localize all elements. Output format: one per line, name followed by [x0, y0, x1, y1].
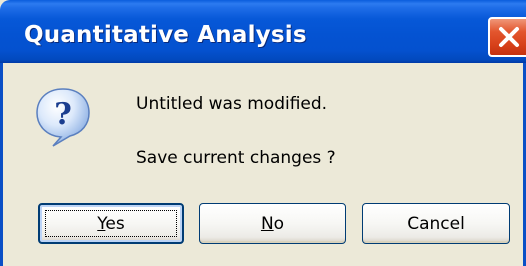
close-icon — [499, 27, 519, 47]
no-button[interactable]: No — [199, 203, 346, 244]
cancel-button[interactable]: Cancel — [362, 203, 510, 244]
no-button-label: No — [261, 214, 284, 234]
window-title: Quantitative Analysis — [24, 22, 307, 48]
window-border-left — [0, 63, 3, 266]
message-line-1: Untitled was modified. — [136, 94, 328, 114]
question-icon: ? — [36, 88, 90, 147]
svg-text:?: ? — [54, 97, 72, 132]
yes-label-rest: es — [105, 213, 125, 234]
no-label-rest: o — [273, 213, 285, 234]
close-button[interactable] — [488, 17, 526, 57]
message-line-2: Save current changes ? — [136, 148, 336, 168]
dialog-window: Quantitative Analysis ? Untitled was mod… — [0, 0, 526, 266]
no-mnemonic: N — [260, 213, 274, 234]
yes-button-label: Yes — [97, 214, 124, 234]
title-bar[interactable]: Quantitative Analysis — [0, 0, 526, 63]
yes-button[interactable]: Yes — [38, 203, 184, 244]
cancel-button-label: Cancel — [407, 213, 465, 234]
